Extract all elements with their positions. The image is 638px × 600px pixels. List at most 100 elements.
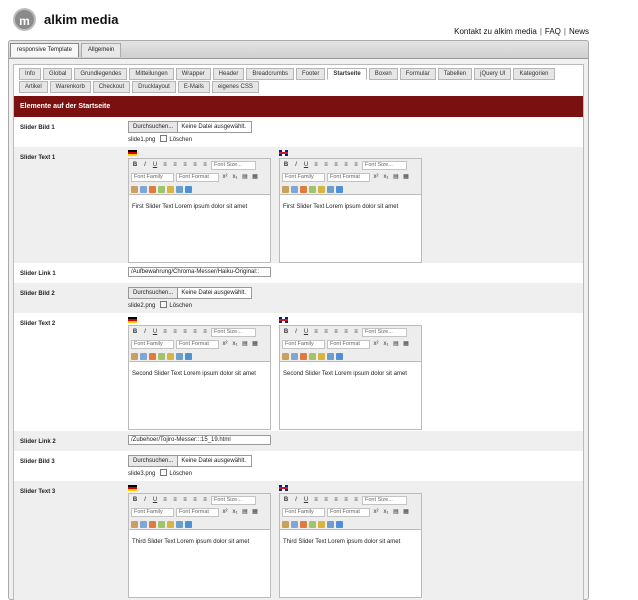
unlink-icon[interactable]: [291, 521, 298, 528]
html-icon[interactable]: [167, 521, 174, 528]
html-icon[interactable]: [167, 353, 174, 360]
subscript-button[interactable]: x₁: [382, 508, 390, 517]
file-input-bild-2[interactable]: Durchsuchen... Keine Datei ausgewählt.: [128, 287, 252, 299]
bullet-list-icon[interactable]: ≡: [191, 161, 199, 170]
link-icon[interactable]: [131, 186, 138, 193]
bold-button[interactable]: B: [131, 496, 139, 505]
link-icon[interactable]: [131, 521, 138, 528]
font-family-select[interactable]: Font Family: [131, 340, 174, 349]
tab-wrapper[interactable]: Wrapper: [175, 68, 211, 80]
tab-e-mails[interactable]: E-Mails: [177, 81, 210, 93]
numbered-list-icon[interactable]: ≡: [352, 161, 360, 170]
align-center-icon[interactable]: ≡: [171, 496, 179, 505]
font-format-select[interactable]: Font Format: [176, 340, 219, 349]
link-icon[interactable]: [282, 521, 289, 528]
underline-button[interactable]: U: [151, 496, 159, 505]
paste-icon[interactable]: ▦: [251, 508, 259, 517]
underline-button[interactable]: U: [302, 161, 310, 170]
image-icon[interactable]: [149, 353, 156, 360]
delete-checkbox[interactable]: [160, 301, 168, 308]
subscript-button[interactable]: x₁: [231, 340, 239, 349]
align-center-icon[interactable]: ≡: [171, 161, 179, 170]
paste-icon[interactable]: ▦: [402, 173, 410, 182]
underline-button[interactable]: U: [151, 161, 159, 170]
editor-content[interactable]: Second Slider Text Lorem ipsum dolor sit…: [279, 362, 422, 430]
align-center-icon[interactable]: ≡: [322, 161, 330, 170]
tab-startseite[interactable]: Startseite: [327, 68, 367, 80]
color-icon[interactable]: [185, 186, 192, 193]
font-size-select[interactable]: Font Size...: [211, 328, 256, 337]
html-icon[interactable]: [318, 521, 325, 528]
faq-link[interactable]: FAQ: [545, 27, 561, 36]
tab-grundlegendes[interactable]: Grundlegendes: [74, 68, 128, 80]
font-format-select[interactable]: Font Format: [327, 508, 370, 517]
numbered-list-icon[interactable]: ≡: [201, 496, 209, 505]
superscript-button[interactable]: x²: [221, 173, 229, 182]
superscript-button[interactable]: x²: [372, 340, 380, 349]
editor-content[interactable]: Third Slider Text Lorem ipsum dolor sit …: [279, 530, 422, 598]
font-format-select[interactable]: Font Format: [327, 340, 370, 349]
browse-button[interactable]: Durchsuchen...: [129, 122, 179, 132]
table-icon[interactable]: [176, 186, 183, 193]
tab-eigenes-css[interactable]: eigenes CSS: [211, 81, 259, 93]
tab-boxen[interactable]: Boxen: [368, 68, 398, 80]
bold-button[interactable]: B: [131, 161, 139, 170]
link-icon[interactable]: [131, 353, 138, 360]
anchor-icon[interactable]: [309, 186, 316, 193]
delete-checkbox[interactable]: [160, 135, 168, 142]
align-right-icon[interactable]: ≡: [181, 161, 189, 170]
paste-icon[interactable]: ▦: [251, 173, 259, 182]
superscript-button[interactable]: x²: [372, 508, 380, 517]
align-right-icon[interactable]: ≡: [181, 328, 189, 337]
image-icon[interactable]: [300, 521, 307, 528]
color-icon[interactable]: [185, 353, 192, 360]
align-left-icon[interactable]: ≡: [161, 328, 169, 337]
bold-button[interactable]: B: [282, 161, 290, 170]
paste-icon[interactable]: ▦: [402, 340, 410, 349]
table-icon[interactable]: [327, 353, 334, 360]
font-size-select[interactable]: Font Size...: [211, 161, 256, 170]
italic-button[interactable]: I: [292, 328, 300, 337]
anchor-icon[interactable]: [158, 353, 165, 360]
html-icon[interactable]: [318, 353, 325, 360]
paste-icon[interactable]: ▦: [402, 508, 410, 517]
tab-mitteilungen[interactable]: Mitteilungen: [129, 68, 174, 80]
subscript-button[interactable]: x₁: [231, 173, 239, 182]
color-icon[interactable]: [185, 521, 192, 528]
table-icon[interactable]: [327, 186, 334, 193]
subscript-button[interactable]: x₁: [231, 508, 239, 517]
font-format-select[interactable]: Font Format: [176, 508, 219, 517]
align-center-icon[interactable]: ≡: [322, 496, 330, 505]
align-right-icon[interactable]: ≡: [332, 328, 340, 337]
underline-button[interactable]: U: [151, 328, 159, 337]
copy-icon[interactable]: ▤: [392, 173, 400, 182]
link-input-1[interactable]: /Aufbewahrung/Chroma-Messer/Haiku-Origin…: [128, 267, 271, 277]
tab-tabellen[interactable]: Tabellen: [437, 68, 473, 80]
browse-button[interactable]: Durchsuchen...: [129, 288, 179, 298]
link-icon[interactable]: [282, 186, 289, 193]
align-center-icon[interactable]: ≡: [322, 328, 330, 337]
link-input-2[interactable]: /Zubehoer/Tojiro-Messer:::15_19.html: [128, 435, 271, 445]
subscript-button[interactable]: x₁: [382, 340, 390, 349]
font-family-select[interactable]: Font Family: [282, 340, 325, 349]
tab-checkout[interactable]: Checkout: [92, 81, 131, 93]
file-input-bild-3[interactable]: Durchsuchen... Keine Datei ausgewählt.: [128, 455, 252, 467]
anchor-icon[interactable]: [158, 521, 165, 528]
align-right-icon[interactable]: ≡: [332, 496, 340, 505]
bullet-list-icon[interactable]: ≡: [191, 496, 199, 505]
italic-button[interactable]: I: [141, 161, 149, 170]
subscript-button[interactable]: x₁: [382, 173, 390, 182]
superscript-button[interactable]: x²: [221, 508, 229, 517]
font-size-select[interactable]: Font Size...: [362, 161, 407, 170]
tab-responsive-template[interactable]: responsive Template: [10, 43, 79, 57]
tab-header[interactable]: Header: [212, 68, 245, 80]
numbered-list-icon[interactable]: ≡: [352, 496, 360, 505]
unlink-icon[interactable]: [140, 353, 147, 360]
copy-icon[interactable]: ▤: [392, 508, 400, 517]
bullet-list-icon[interactable]: ≡: [342, 496, 350, 505]
align-left-icon[interactable]: ≡: [312, 328, 320, 337]
news-link[interactable]: News: [569, 27, 589, 36]
italic-button[interactable]: I: [292, 161, 300, 170]
image-icon[interactable]: [149, 521, 156, 528]
anchor-icon[interactable]: [158, 186, 165, 193]
